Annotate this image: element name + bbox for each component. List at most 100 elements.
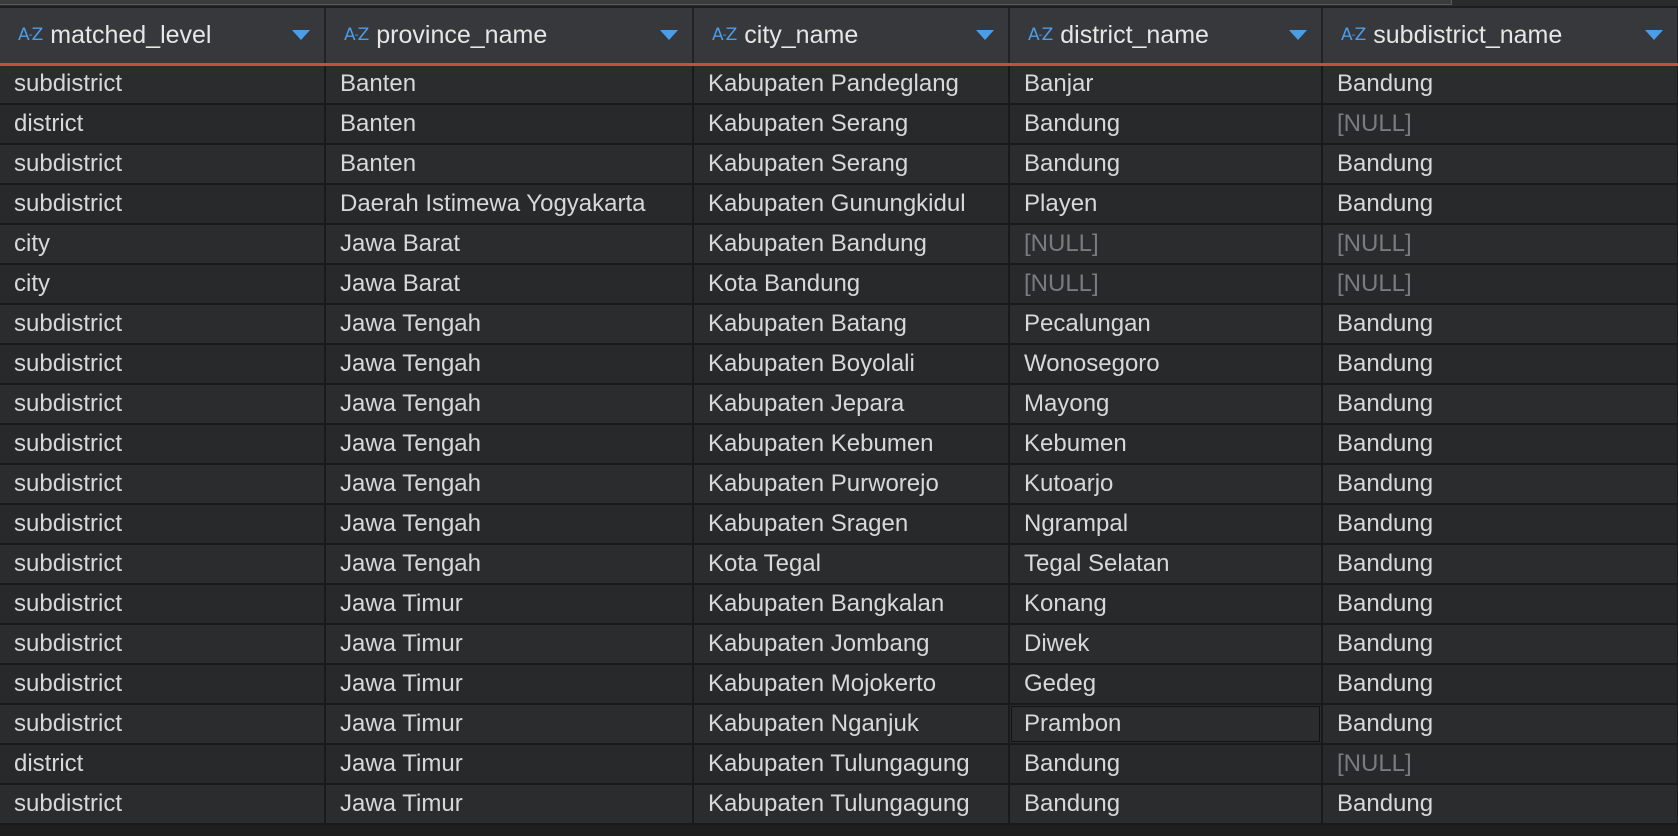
cell-subdistrict-name[interactable]: [NULL] xyxy=(1322,224,1678,265)
table-row[interactable]: subdistrict Banten Kabupaten Pandeglang Ban… xyxy=(0,64,1678,105)
cell-subdistrict-name[interactable]: Bandung xyxy=(1322,424,1678,465)
table-row[interactable]: subdistrict Jawa Tengah Kota Tegal Tegal Se… xyxy=(0,544,1678,585)
table-row[interactable]: city Jawa Barat Kota Bandung [NULL] [NULL] xyxy=(0,264,1678,305)
cell-district-name[interactable]: Kebumen xyxy=(1009,424,1323,465)
table-row[interactable]: subdistrict Jawa Tengah Kabupaten Batang Pe… xyxy=(0,304,1678,345)
cell-subdistrict-name[interactable]: Bandung xyxy=(1322,464,1678,505)
cell-subdistrict-name[interactable]: [NULL] xyxy=(1322,264,1678,305)
table-row[interactable]: subdistrict Jawa Timur Kabupaten Jombang Di… xyxy=(0,624,1678,665)
cell-city-name[interactable]: Kabupaten Serang xyxy=(693,144,1010,185)
cell-city-name[interactable]: Kabupaten Tulungagung xyxy=(693,784,1010,825)
table-row[interactable]: subdistrict Jawa Timur Kabupaten Bangkalan… xyxy=(0,584,1678,625)
cell-province-name[interactable]: Jawa Barat xyxy=(325,224,694,265)
table-row[interactable]: subdistrict Jawa Timur Kabupaten Tulungagu… xyxy=(0,784,1678,825)
cell-province-name[interactable]: Jawa Barat xyxy=(325,264,694,305)
cell-city-name[interactable]: Kabupaten Bandung xyxy=(693,224,1010,265)
cell-subdistrict-name[interactable]: Bandung xyxy=(1322,544,1678,585)
cell-city-name[interactable]: Kota Bandung xyxy=(693,264,1010,305)
cell-city-name[interactable]: Kota Tegal xyxy=(693,544,1010,585)
table-row[interactable]: subdistrict Jawa Tengah Kabupaten Sragen Ng… xyxy=(0,504,1678,545)
column-header-subdistrict-name[interactable]: A-Z subdistrict_name xyxy=(1322,8,1678,66)
cell-district-name[interactable]: Bandung xyxy=(1009,744,1323,785)
cell-district-name[interactable]: [NULL] xyxy=(1009,264,1323,305)
cell-matched-level[interactable]: subdistrict xyxy=(0,424,326,465)
cell-city-name[interactable]: Kabupaten Kebumen xyxy=(693,424,1010,465)
column-header-city-name[interactable]: A-Z city_name xyxy=(693,8,1010,66)
cell-city-name[interactable]: Kabupaten Sragen xyxy=(693,504,1010,545)
cell-province-name[interactable]: Jawa Timur xyxy=(325,624,694,665)
cell-subdistrict-name[interactable]: Bandung xyxy=(1322,304,1678,345)
table-row[interactable]: city Jawa Barat Kabupaten Bandung [NULL] [NU… xyxy=(0,224,1678,265)
sort-dropdown-icon[interactable] xyxy=(1645,30,1663,41)
cell-province-name[interactable]: Jawa Timur xyxy=(325,784,694,825)
cell-matched-level[interactable]: subdistrict xyxy=(0,184,326,225)
cell-district-name[interactable]: Mayong xyxy=(1009,384,1323,425)
cell-city-name[interactable]: Kabupaten Mojokerto xyxy=(693,664,1010,705)
cell-subdistrict-name[interactable]: Bandung xyxy=(1322,504,1678,545)
cell-matched-level[interactable]: subdistrict xyxy=(0,784,326,825)
cell-matched-level[interactable]: subdistrict xyxy=(0,664,326,705)
cell-province-name[interactable]: Jawa Tengah xyxy=(325,344,694,385)
cell-district-name[interactable]: Gedeg xyxy=(1009,664,1323,705)
cell-district-name[interactable]: Kutoarjo xyxy=(1009,464,1323,505)
cell-city-name[interactable]: Kabupaten Boyolali xyxy=(693,344,1010,385)
horizontal-scrollbar[interactable] xyxy=(0,0,1678,6)
sort-dropdown-icon[interactable] xyxy=(1289,30,1307,41)
cell-city-name[interactable]: Kabupaten Bangkalan xyxy=(693,584,1010,625)
cell-subdistrict-name[interactable]: Bandung xyxy=(1322,64,1678,105)
cell-district-name[interactable]: Pecalungan xyxy=(1009,304,1323,345)
table-row[interactable]: subdistrict Banten Kabupaten Serang Bandung… xyxy=(0,144,1678,185)
cell-city-name[interactable]: Kabupaten Pandeglang xyxy=(693,64,1010,105)
cell-province-name[interactable]: Jawa Tengah xyxy=(325,504,694,545)
cell-province-name[interactable]: Daerah Istimewa Yogyakarta xyxy=(325,184,694,225)
sort-dropdown-icon[interactable] xyxy=(976,30,994,41)
cell-province-name[interactable]: Jawa Timur xyxy=(325,664,694,705)
column-header-matched-level[interactable]: A-Z matched_level xyxy=(0,8,326,66)
cell-matched-level[interactable]: subdistrict xyxy=(0,64,326,105)
cell-province-name[interactable]: Jawa Tengah xyxy=(325,424,694,465)
cell-district-name[interactable]: Konang xyxy=(1009,584,1323,625)
cell-district-name[interactable]: Bandung xyxy=(1009,104,1323,145)
cell-matched-level[interactable]: city xyxy=(0,224,326,265)
cell-matched-level[interactable]: subdistrict xyxy=(0,344,326,385)
cell-city-name[interactable]: Kabupaten Serang xyxy=(693,104,1010,145)
cell-matched-level[interactable]: subdistrict xyxy=(0,504,326,545)
cell-matched-level[interactable]: subdistrict xyxy=(0,304,326,345)
cell-district-name[interactable]: Playen xyxy=(1009,184,1323,225)
cell-subdistrict-name[interactable]: Bandung xyxy=(1322,344,1678,385)
cell-district-name[interactable]: Ngrampal xyxy=(1009,504,1323,545)
cell-district-name[interactable]: [NULL] xyxy=(1009,224,1323,265)
cell-matched-level[interactable]: district xyxy=(0,104,326,145)
table-row[interactable]: subdistrict Jawa Tengah Kabupaten Kebumen K… xyxy=(0,424,1678,465)
cell-city-name[interactable]: Kabupaten Nganjuk xyxy=(693,704,1010,745)
table-row[interactable]: subdistrict Jawa Timur Kabupaten Nganjuk Pr… xyxy=(0,704,1678,745)
cell-province-name[interactable]: Jawa Tengah xyxy=(325,384,694,425)
cell-matched-level[interactable]: district xyxy=(0,744,326,785)
cell-district-name[interactable]: Bandung xyxy=(1009,144,1323,185)
scrollbar-thumb[interactable] xyxy=(0,0,1452,5)
table-row[interactable]: subdistrict Jawa Tengah Kabupaten Jepara Ma… xyxy=(0,384,1678,425)
cell-district-name[interactable]: Wonosegoro xyxy=(1009,344,1323,385)
table-row[interactable]: subdistrict Jawa Tengah Kabupaten Purworej… xyxy=(0,464,1678,505)
cell-subdistrict-name[interactable]: Bandung xyxy=(1322,624,1678,665)
cell-province-name[interactable]: Jawa Timur xyxy=(325,704,694,745)
cell-matched-level[interactable]: subdistrict xyxy=(0,384,326,425)
cell-district-name[interactable]: Diwek xyxy=(1009,624,1323,665)
cell-province-name[interactable]: Jawa Timur xyxy=(325,584,694,625)
cell-matched-level[interactable]: subdistrict xyxy=(0,584,326,625)
cell-district-name[interactable]: Bandung xyxy=(1009,784,1323,825)
cell-matched-level[interactable]: subdistrict xyxy=(0,144,326,185)
cell-subdistrict-name[interactable]: [NULL] xyxy=(1322,104,1678,145)
cell-subdistrict-name[interactable]: Bandung xyxy=(1322,584,1678,625)
cell-district-name[interactable]: Tegal Selatan xyxy=(1009,544,1323,585)
cell-city-name[interactable]: Kabupaten Jepara xyxy=(693,384,1010,425)
table-row[interactable]: subdistrict Jawa Tengah Kabupaten Boyolali… xyxy=(0,344,1678,385)
cell-province-name[interactable]: Banten xyxy=(325,64,694,105)
cell-subdistrict-name[interactable]: Bandung xyxy=(1322,784,1678,825)
table-row[interactable]: district Banten Kabupaten Serang Bandung [NU… xyxy=(0,104,1678,145)
column-header-province-name[interactable]: A-Z province_name xyxy=(325,8,694,66)
cell-matched-level[interactable]: subdistrict xyxy=(0,544,326,585)
column-header-district-name[interactable]: A-Z district_name xyxy=(1009,8,1323,66)
cell-matched-level[interactable]: city xyxy=(0,264,326,305)
cell-province-name[interactable]: Jawa Tengah xyxy=(325,304,694,345)
